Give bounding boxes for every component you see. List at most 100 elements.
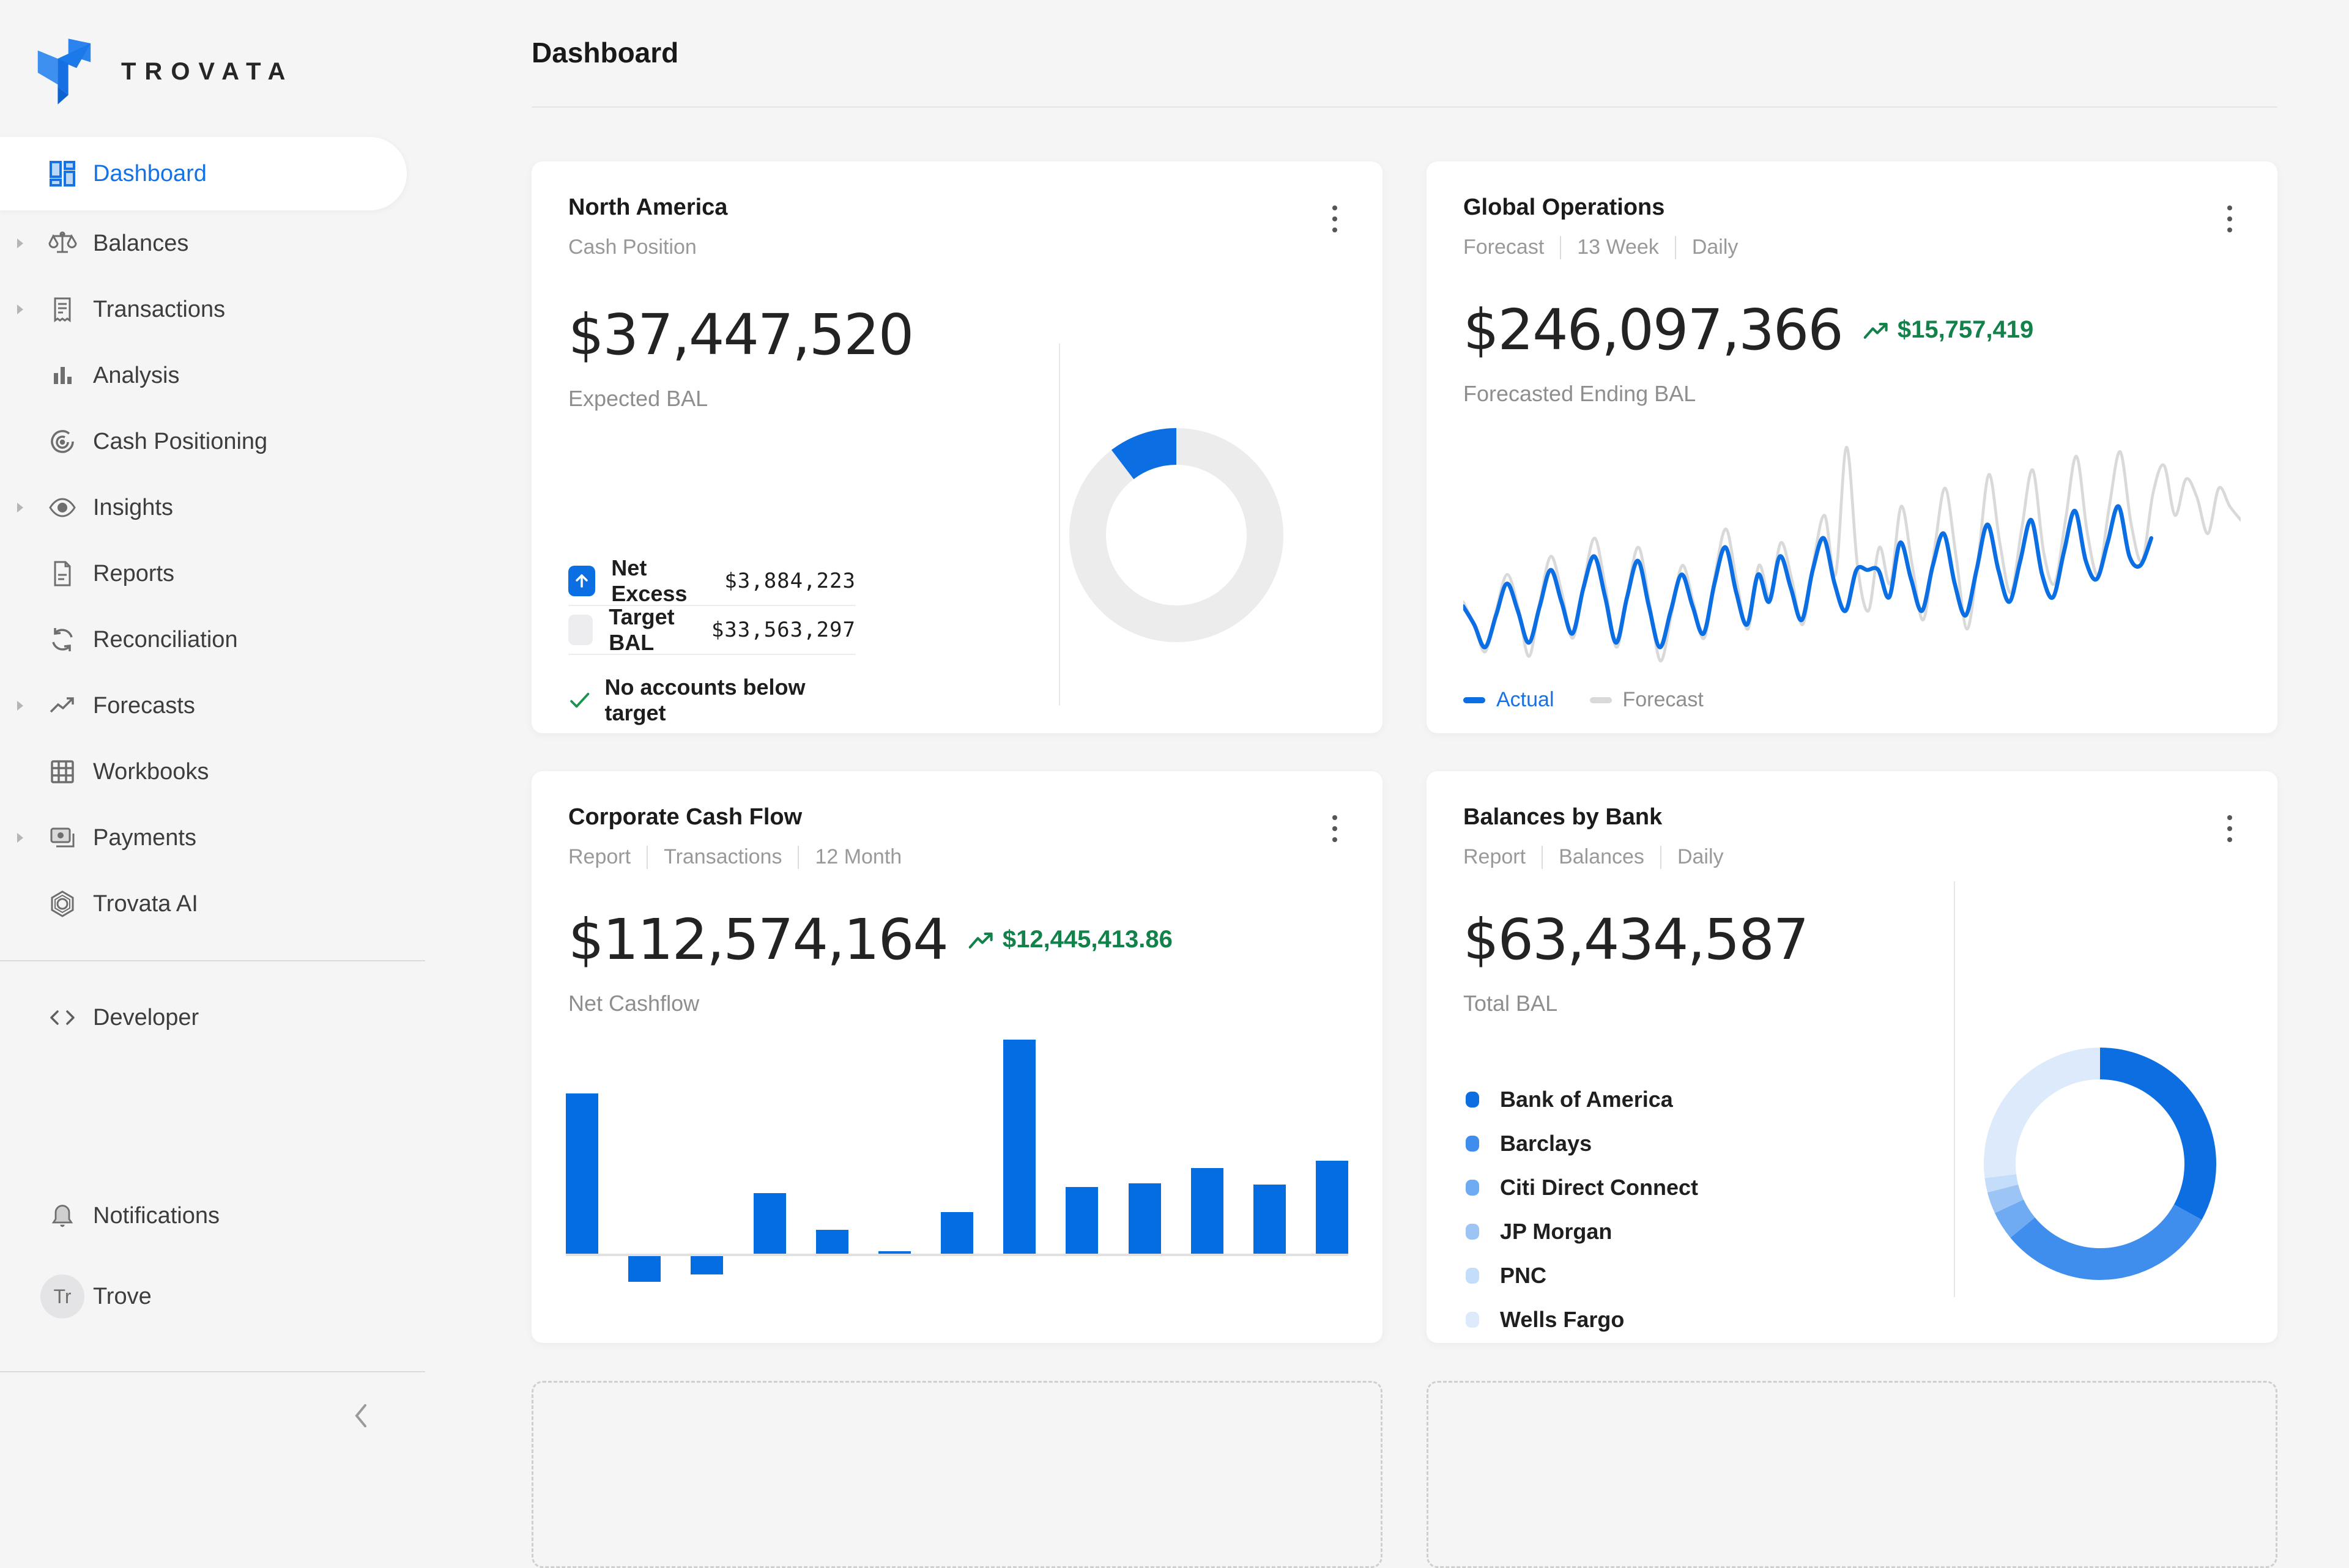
bar — [628, 1256, 661, 1282]
delta-badge: $15,757,419 — [1863, 316, 2033, 344]
row-value: $3,884,223 — [724, 569, 856, 593]
bank-name: Barclays — [1500, 1131, 1592, 1156]
sidebar-item-reports[interactable]: Reports — [0, 541, 425, 607]
target-stats: Net Excess $3,884,223 Target BAL $33,563… — [568, 557, 856, 726]
legend-forecast: Forecast — [1590, 688, 1704, 712]
sidebar-item-notifications[interactable]: Notifications — [0, 1183, 425, 1249]
card-subtitle: Report Transactions 12 Month — [568, 845, 1346, 869]
trovata-logo-icon — [34, 37, 93, 106]
target-donut-chart — [1069, 428, 1283, 642]
tab-transactions: Transactions — [664, 845, 782, 869]
card-title: Global Operations — [1463, 194, 2241, 221]
sidebar-item-trovata-ai[interactable]: Trovata AI — [0, 871, 425, 937]
tab-daily: Daily — [1677, 845, 1724, 869]
page-title: Dashboard — [532, 0, 2277, 67]
sidebar-item-label: Dashboard — [93, 161, 207, 187]
zero-baseline — [566, 1254, 1348, 1256]
delta-value: $15,757,419 — [1898, 316, 2033, 344]
accounts-status-text: No accounts below target — [604, 675, 856, 726]
sidebar-item-dashboard[interactable]: Dashboard — [0, 137, 407, 210]
main-content: Dashboard North America Cash Position $3… — [425, 0, 2349, 1468]
total-bal-amount: $63,434,587 — [1463, 907, 1808, 972]
sidebar-item-balances[interactable]: Balances — [0, 210, 425, 276]
avatar: Tr — [40, 1274, 84, 1318]
placeholder-card — [532, 1381, 1382, 1568]
kebab-menu-icon[interactable] — [1323, 199, 1347, 239]
bar — [816, 1230, 848, 1254]
chevron-right-icon[interactable] — [16, 501, 28, 514]
sidebar-item-reconciliation[interactable]: Reconciliation — [0, 607, 425, 673]
chevron-right-icon[interactable] — [16, 237, 28, 250]
dashboard-icon — [48, 159, 77, 188]
row-value: $33,563,297 — [711, 618, 856, 642]
sidebar-item-transactions[interactable]: Transactions — [0, 276, 425, 342]
sidebar: TROVATA Dashboard — [0, 0, 425, 1468]
collapse-sidebar-button[interactable] — [344, 1399, 377, 1432]
separator — [1675, 236, 1676, 259]
sidebar-item-label: Cash Positioning — [93, 429, 267, 455]
amount-label: Total BAL — [1463, 991, 2241, 1016]
separator — [798, 846, 799, 869]
tab-daily: Daily — [1692, 235, 1739, 259]
sidebar-item-label: Reconciliation — [93, 627, 238, 653]
sidebar-item-label: Trovata AI — [93, 891, 198, 917]
bar — [691, 1256, 723, 1274]
sidebar-item-label: Payments — [93, 825, 196, 851]
card-title: Corporate Cash Flow — [568, 804, 1346, 830]
amount-label: Net Cashflow — [568, 991, 1346, 1016]
sidebar-item-developer[interactable]: Developer — [0, 985, 425, 1051]
bank-color-swatch — [1466, 1136, 1479, 1152]
bank-name: Bank of America — [1500, 1087, 1673, 1112]
bank-color-swatch — [1466, 1224, 1479, 1240]
legend-label: Actual — [1496, 688, 1554, 712]
bar — [1003, 1040, 1036, 1254]
separator — [1560, 236, 1561, 259]
sidebar-item-label: Reports — [93, 561, 174, 587]
chevron-right-icon[interactable] — [16, 700, 28, 712]
sidebar-item-payments[interactable]: Payments — [0, 805, 425, 871]
bar — [1129, 1183, 1161, 1254]
sidebar-item-workbooks[interactable]: Workbooks — [0, 739, 425, 805]
banknote-icon — [48, 823, 77, 852]
bank-list-item: Wells Fargo — [1466, 1298, 2241, 1342]
tab-12-month: 12 Month — [815, 845, 902, 869]
tab-report: Report — [1463, 845, 1526, 869]
bar — [1316, 1161, 1348, 1254]
separator — [647, 846, 648, 869]
bar — [754, 1193, 786, 1254]
bar — [566, 1093, 598, 1254]
target-swatch-icon — [568, 615, 593, 645]
bank-donut-chart — [1984, 1048, 2216, 1280]
card-north-america: North America Cash Position $37,447,520 … — [532, 161, 1382, 733]
document-icon — [48, 559, 77, 588]
bank-name: PNC — [1500, 1263, 1546, 1289]
sidebar-item-label: Transactions — [93, 297, 225, 323]
chevron-right-icon[interactable] — [16, 832, 28, 844]
bank-name: Wells Fargo — [1500, 1307, 1624, 1333]
delta-badge: $12,445,413.86 — [968, 926, 1173, 953]
sidebar-item-analysis[interactable]: Analysis — [0, 342, 425, 409]
kebab-menu-icon[interactable] — [1323, 809, 1347, 848]
cashflow-bar-chart — [566, 1029, 1348, 1309]
tab-report: Report — [568, 845, 631, 869]
sidebar-item-forecasts[interactable]: Forecasts — [0, 673, 425, 739]
target-bal-row: Target BAL $33,563,297 — [568, 606, 856, 655]
accounts-status: No accounts below target — [568, 675, 856, 726]
hexagon-ai-icon — [48, 889, 77, 919]
tab-forecast: Forecast — [1463, 235, 1544, 259]
kebab-menu-icon[interactable] — [2217, 809, 2242, 848]
brand-name: TROVATA — [121, 58, 294, 86]
card-global-operations: Global Operations Forecast 13 Week Daily… — [1427, 161, 2277, 733]
chevron-right-icon[interactable] — [16, 303, 28, 316]
trending-up-icon — [48, 691, 77, 720]
kebab-menu-icon[interactable] — [2217, 199, 2242, 239]
sidebar-item-cash-positioning[interactable]: Cash Positioning — [0, 409, 425, 475]
expected-balance-amount: $37,447,520 — [568, 302, 913, 368]
sidebar-item-user[interactable]: Tr Trove — [0, 1263, 425, 1329]
card-subtitle: Report Balances Daily — [1463, 845, 2241, 869]
sidebar-item-insights[interactable]: Insights — [0, 475, 425, 541]
net-cashflow-amount: $112,574,164 — [568, 907, 948, 972]
card-divider — [1059, 344, 1060, 706]
sidebar-item-label: Developer — [93, 1005, 199, 1031]
tab-13-week: 13 Week — [1577, 235, 1659, 259]
